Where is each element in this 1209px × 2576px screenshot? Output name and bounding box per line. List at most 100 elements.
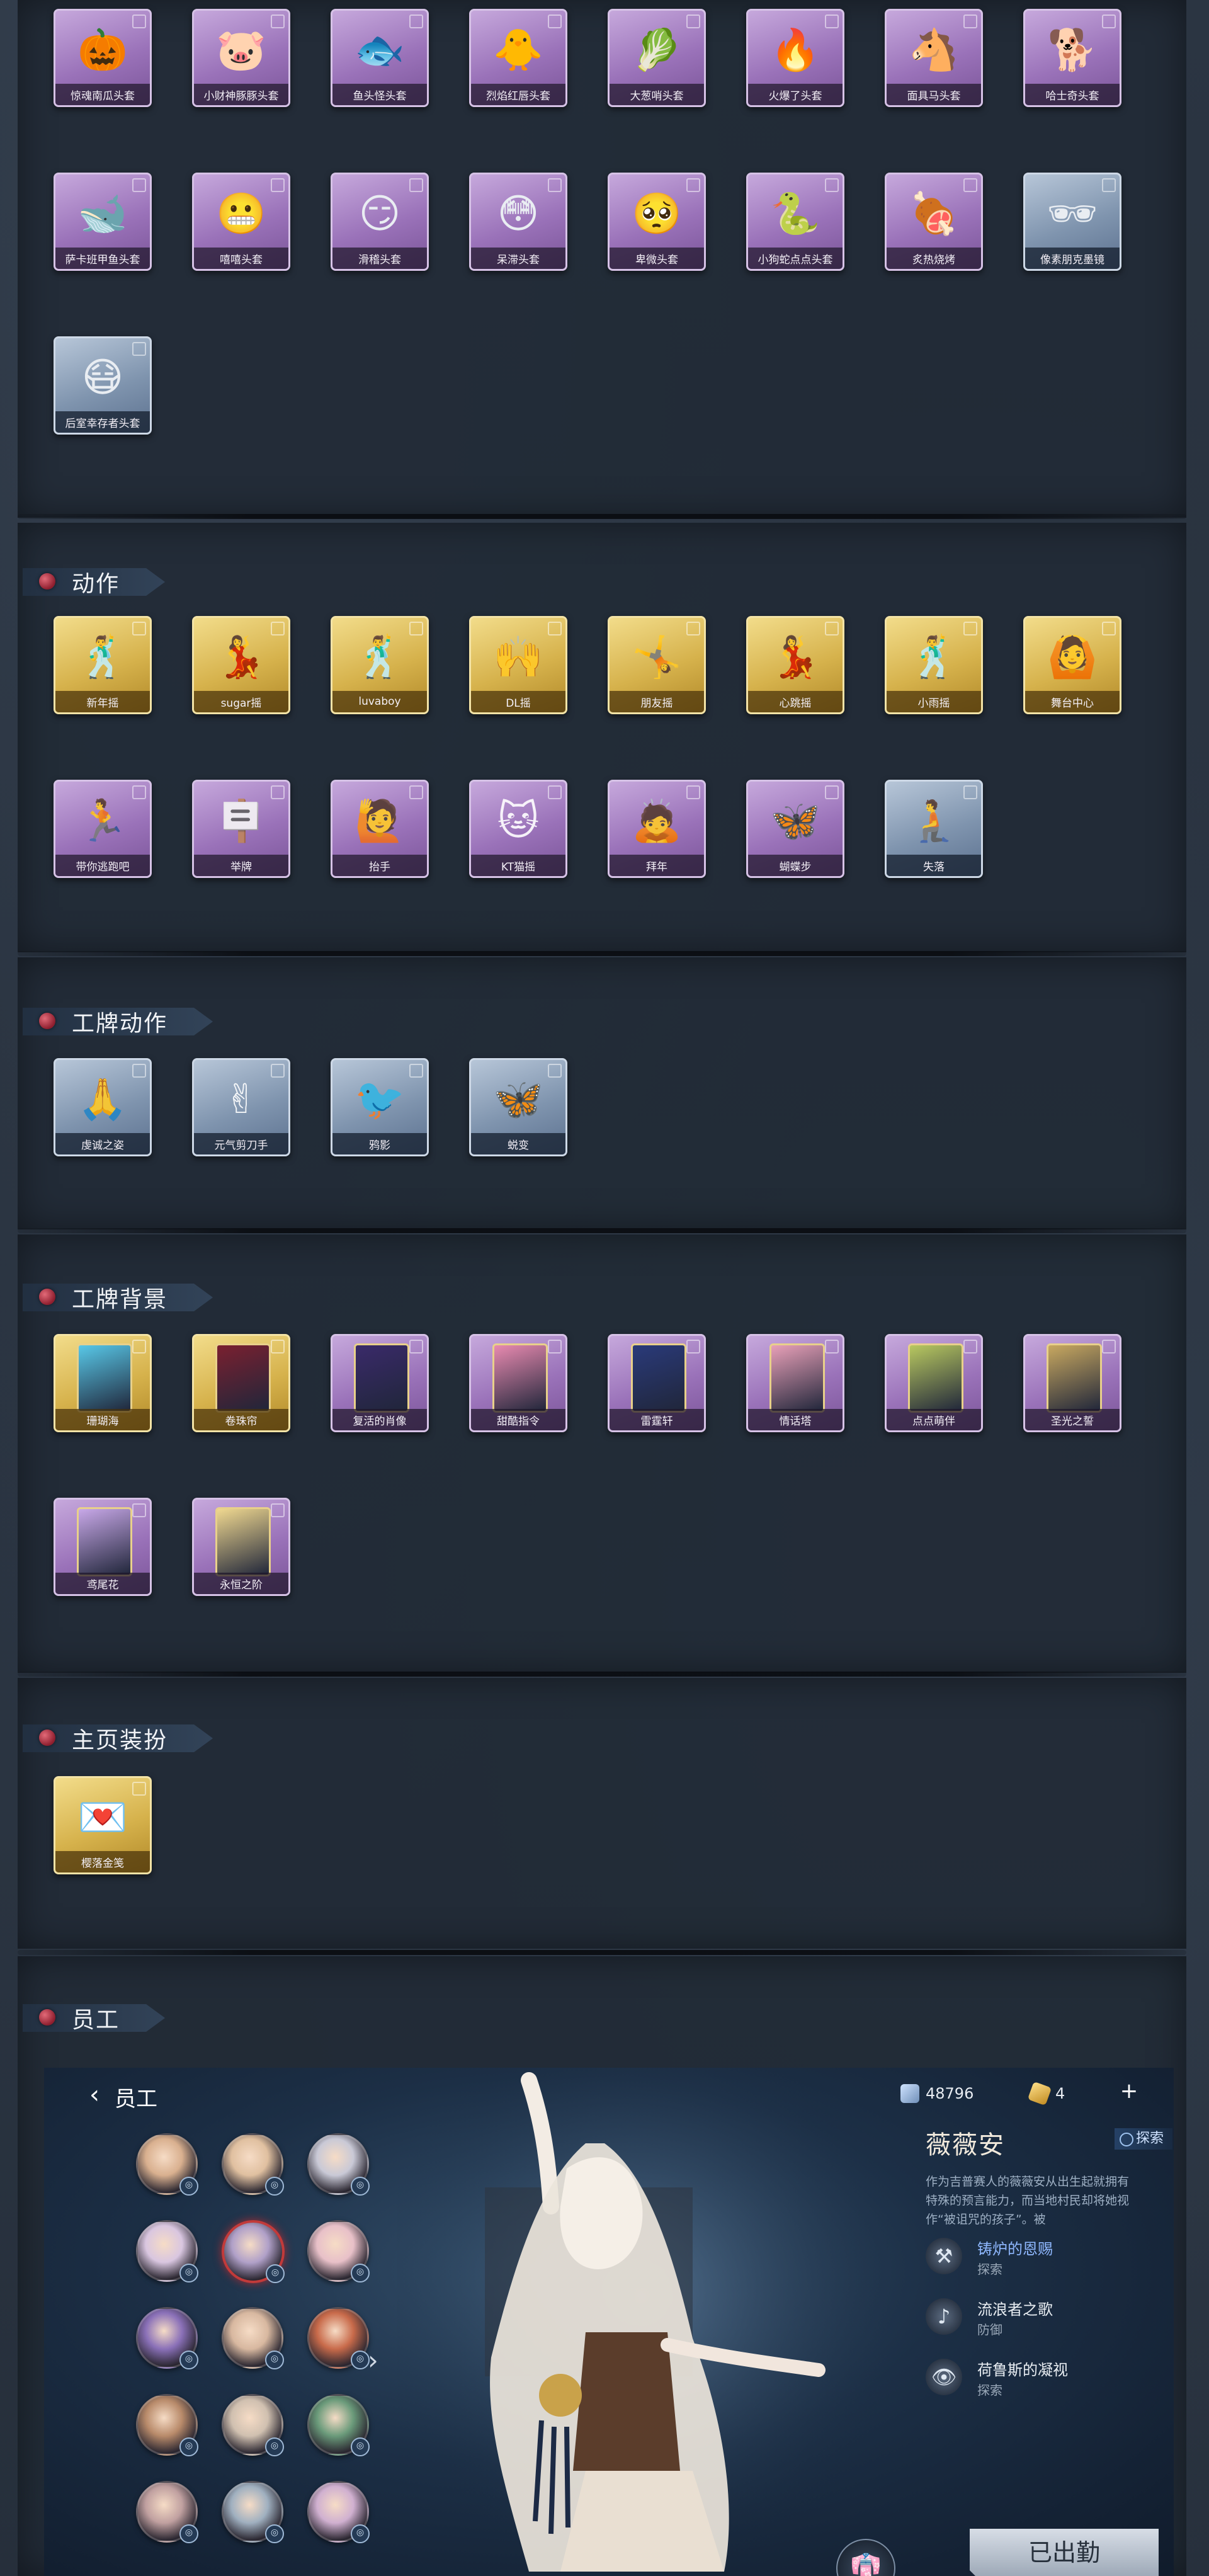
employee-avatar[interactable]: ◎ [136,2481,198,2543]
employee-avatar[interactable]: ◎ [136,2394,198,2456]
collection-item[interactable]: 🐕 哈士奇头套 [1020,9,1121,110]
employee-avatar[interactable]: ◎ [222,2307,284,2369]
employee-avatar[interactable]: ◎ [307,2394,370,2456]
item-card[interactable]: 🍖 炙热烧烤 [885,173,983,271]
item-card[interactable]: 🙇 拜年 [608,780,706,878]
item-card[interactable]: 💃 sugar摇 [192,616,290,714]
collection-item[interactable]: 🕶 像素朋克墨镜 [1020,173,1121,273]
item-card[interactable]: 🥺 卑微头套 [608,173,706,271]
employee-avatar[interactable]: ◎ [222,2133,284,2196]
collection-item[interactable]: 🎃 惊魂南瓜头套 [50,9,152,110]
collection-item[interactable]: 复活的肖像 [327,1334,429,1435]
item-card[interactable]: 情话塔 [746,1334,844,1432]
collection-item[interactable]: ✌ 元气剪刀手 [189,1058,290,1159]
collection-item[interactable]: 🥺 卑微头套 [604,173,706,273]
employee-avatar[interactable]: ◎ [222,2481,284,2543]
item-card[interactable]: 点点萌伴 [885,1334,983,1432]
employee-avatar[interactable]: ◎ [136,2307,198,2369]
employee-avatar[interactable]: ◎ [307,2220,370,2282]
collection-item[interactable]: 😬 嘻嘻头套 [189,173,290,273]
item-card[interactable]: 🙌 DL摇 [469,616,567,714]
item-card[interactable]: 🕶 像素朋克墨镜 [1023,173,1121,271]
item-card[interactable]: 复活的肖像 [331,1334,429,1432]
item-card[interactable]: 甜酷指令 [469,1334,567,1432]
item-card[interactable]: 🐍 小狗蛇点点头套 [746,173,844,271]
collection-item[interactable]: 甜酷指令 [466,1334,567,1435]
item-card[interactable]: 珊瑚海 [54,1334,152,1432]
collection-item[interactable]: 🐟 鱼头怪头套 [327,9,429,110]
collection-item[interactable]: 🐷 小财神豚豚头套 [189,9,290,110]
collection-item[interactable]: 🪧 举牌 [189,780,290,881]
item-card[interactable]: 🐋 萨卡班甲鱼头套 [54,173,152,271]
item-card[interactable]: 🪧 举牌 [192,780,290,878]
collection-item[interactable]: 永恒之阶 [189,1498,290,1599]
item-card[interactable]: 😷 后室幸存者头套 [54,336,152,435]
trait-row[interactable]: ♪ 流浪者之歌 防御 [926,2296,1174,2351]
item-card[interactable]: 🔥 火爆了头套 [746,9,844,107]
collection-item[interactable]: 🐱 KT猫摇 [466,780,567,881]
deploy-button[interactable]: 已出勤 [970,2529,1159,2576]
collection-item[interactable]: 🙆 舞台中心 [1020,616,1121,717]
employee-avatar[interactable]: ◎ [307,2307,370,2369]
collection-item[interactable]: 🙇 拜年 [604,780,706,881]
collection-item[interactable]: 🐍 小狗蛇点点头套 [743,173,844,273]
item-card[interactable]: 🏃 带你逃跑吧 [54,780,152,878]
item-card[interactable]: 🕺 新年摇 [54,616,152,714]
collection-item[interactable]: 🕺 小雨摇 [882,616,983,717]
collection-item[interactable]: 🙌 DL摇 [466,616,567,717]
collection-item[interactable]: 圣光之誓 [1020,1334,1121,1435]
item-card[interactable]: 🐴 面具马头套 [885,9,983,107]
item-card[interactable]: 🥬 大葱哨头套 [608,9,706,107]
item-card[interactable]: 🎃 惊魂南瓜头套 [54,9,152,107]
back-chevron-icon[interactable]: ‹ [89,2080,99,2109]
collection-item[interactable]: 💃 sugar摇 [189,616,290,717]
item-card[interactable]: 💃 心跳摇 [746,616,844,714]
item-card[interactable]: 🐷 小财神豚豚头套 [192,9,290,107]
collection-item[interactable]: 😷 后室幸存者头套 [50,336,152,437]
collection-item[interactable]: 🦋 蝴蝶步 [743,780,844,881]
employee-avatar[interactable]: ◎ [307,2481,370,2543]
item-card[interactable]: 🐥 烈焰红唇头套 [469,9,567,107]
item-card[interactable]: 🕺 小雨摇 [885,616,983,714]
collection-item[interactable]: 🕺 新年摇 [50,616,152,717]
collection-item[interactable]: 😳 呆滞头套 [466,173,567,273]
collection-item[interactable]: 🏃 带你逃跑吧 [50,780,152,881]
item-card[interactable]: 🕺 luvaboy [331,616,429,714]
item-card[interactable]: 🤸 朋友摇 [608,616,706,714]
employee-avatar[interactable]: ◎ [136,2220,198,2282]
collection-item[interactable]: 🤸 朋友摇 [604,616,706,717]
collection-item[interactable]: 💃 心跳摇 [743,616,844,717]
collection-item[interactable]: 💌 樱落金笺 [50,1776,152,1877]
collection-item[interactable]: 情话塔 [743,1334,844,1435]
collection-item[interactable]: 点点萌伴 [882,1334,983,1435]
collection-item[interactable]: 卷珠帘 [189,1334,290,1435]
employee-avatar[interactable]: ◎ [136,2133,198,2196]
item-card[interactable]: 卷珠帘 [192,1334,290,1432]
collection-item[interactable]: 🐴 面具马头套 [882,9,983,110]
item-card[interactable]: 雷霆轩 [608,1334,706,1432]
item-card[interactable]: 鸢尾花 [54,1498,152,1596]
item-card[interactable]: 😳 呆滞头套 [469,173,567,271]
item-card[interactable]: 永恒之阶 [192,1498,290,1596]
item-card[interactable]: 🙏 虔诚之姿 [54,1058,152,1156]
item-card[interactable]: 🐟 鱼头怪头套 [331,9,429,107]
item-card[interactable]: 圣光之誓 [1023,1334,1121,1432]
item-card[interactable]: 🐱 KT猫摇 [469,780,567,878]
collection-item[interactable]: 🍖 炙热烧烤 [882,173,983,273]
item-card[interactable]: 🙆 舞台中心 [1023,616,1121,714]
item-card[interactable]: 😏 滑稽头套 [331,173,429,271]
collection-item[interactable]: 鸢尾花 [50,1498,152,1599]
trait-row[interactable]: 👁 荷鲁斯的凝视 探索 [926,2356,1174,2412]
collection-item[interactable]: 😏 滑稽头套 [327,173,429,273]
collection-item[interactable]: 🙋 抬手 [327,780,429,881]
item-card[interactable]: 🐦 鸦影 [331,1058,429,1156]
employee-avatar[interactable]: ◎ [222,2220,285,2283]
collection-item[interactable]: 🔥 火爆了头套 [743,9,844,110]
collection-item[interactable]: 🙏 虔诚之姿 [50,1058,152,1159]
collection-item[interactable]: 🐥 烈焰红唇头套 [466,9,567,110]
trait-row[interactable]: ⚒ 铸炉的恩赐 探索 [926,2235,1174,2291]
collection-item[interactable]: 🐋 萨卡班甲鱼头套 [50,173,152,273]
item-card[interactable]: 🙋 抬手 [331,780,429,878]
collection-item[interactable]: 🧎 失落 [882,780,983,881]
chevron-right-icon[interactable]: › [368,2345,378,2376]
